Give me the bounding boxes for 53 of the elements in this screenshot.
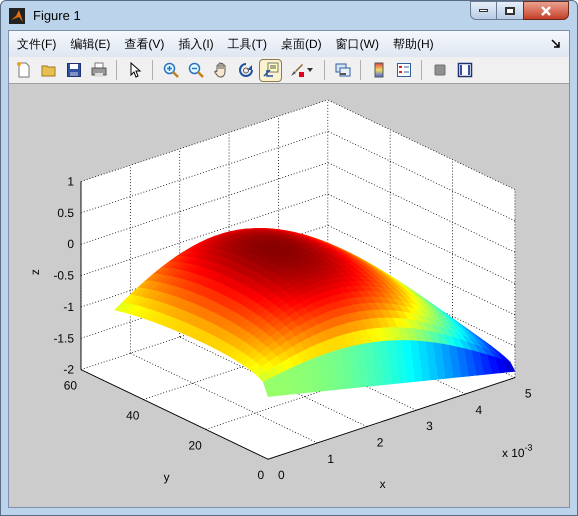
menu-item[interactable]: 窗口(W) <box>336 35 379 53</box>
close-button[interactable] <box>523 1 569 20</box>
y-tick-label: 40 <box>126 408 140 422</box>
app-logo-icon <box>9 8 25 24</box>
brush-icon <box>289 62 305 78</box>
zoom-out-icon <box>188 62 204 78</box>
window-title: Figure 1 <box>33 6 81 25</box>
maximize-icon <box>505 6 515 14</box>
minimize-button[interactable] <box>470 1 497 20</box>
save-icon <box>66 62 82 78</box>
z-tick-label: -2 <box>63 362 74 377</box>
close-icon <box>540 6 552 16</box>
x-tick-label: 5 <box>524 386 532 401</box>
hand-icon <box>212 62 228 78</box>
rotate-icon <box>238 62 254 78</box>
minimize-icon <box>479 9 488 12</box>
menu-item[interactable]: 插入(I) <box>178 35 214 53</box>
x-tick-label: 1 <box>327 452 334 466</box>
z-tick-label: 0.5 <box>57 206 74 220</box>
dock-arrow-icon[interactable] <box>551 39 561 49</box>
x-tick-label: 0 <box>278 468 285 482</box>
x-tick-label: 4 <box>476 402 482 417</box>
window-panes-icon <box>456 62 472 78</box>
z-axis-label: z <box>28 269 42 276</box>
data-cursor-icon <box>262 62 278 78</box>
y-tick-label: 20 <box>188 438 202 452</box>
z-tick-label: 1 <box>67 174 74 189</box>
legend-icon <box>396 62 412 78</box>
x-tick-label: 3 <box>426 419 433 434</box>
menu-item[interactable]: 文件(F) <box>17 35 56 53</box>
printer-icon <box>90 62 106 78</box>
square-icon <box>432 62 448 78</box>
menu-item[interactable]: 工具(T) <box>228 35 267 53</box>
z-tick-label: -1.5 <box>53 331 74 346</box>
maximize-button[interactable] <box>497 1 523 20</box>
axis-multiplier: x 10$^{-3}$ <box>502 442 533 460</box>
z-tick-label: 0 <box>67 237 74 252</box>
zoom-in-icon <box>162 62 178 78</box>
menu-item[interactable]: 桌面(D) <box>280 35 322 53</box>
menu-item[interactable]: 编辑(E) <box>70 35 110 53</box>
y-tick-label: 0 <box>257 468 264 482</box>
z-tick-label: -0.5 <box>53 268 74 283</box>
link-icon <box>334 62 350 78</box>
x-axis-label: x <box>380 477 386 492</box>
menu-item[interactable]: 查看(V) <box>124 35 164 53</box>
menu-item[interactable]: 帮助(H) <box>392 35 434 53</box>
z-tick-label: -1 <box>63 300 74 314</box>
new-file-icon <box>16 62 32 78</box>
y-tick-label: 60 <box>64 378 77 393</box>
caret-icon <box>307 68 313 72</box>
y-axis-label: y <box>164 470 170 484</box>
data-cursor-tool-button[interactable] <box>259 58 282 82</box>
x-tick-label: 2 <box>376 435 384 450</box>
